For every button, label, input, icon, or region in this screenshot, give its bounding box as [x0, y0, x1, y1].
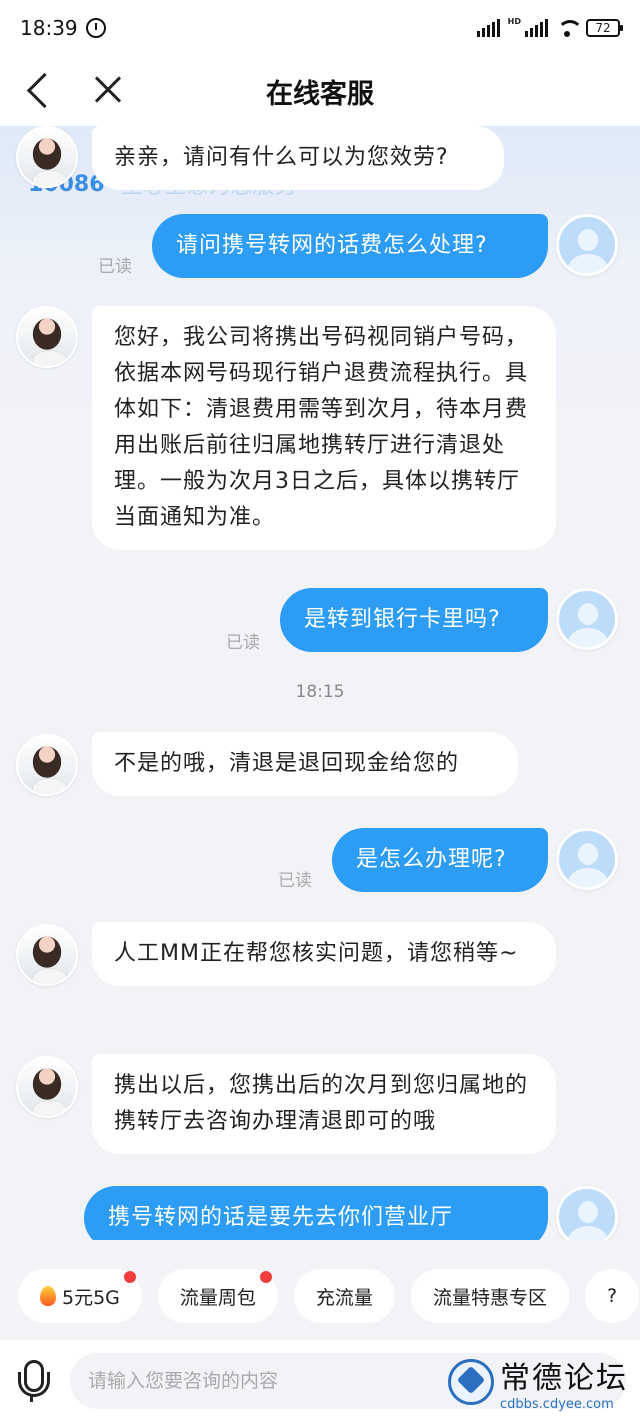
fire-icon [40, 1286, 56, 1306]
chip-label: 流量周包 [179, 1286, 256, 1309]
agent-message: 携出以后，您携出后的次月到您归属地的携转厅去咨询办理清退即可的哦 [92, 1054, 556, 1154]
status-indicators: HD 72 [476, 16, 623, 37]
hd-label: HD [507, 16, 521, 26]
chat-area[interactable]: 10086 全心全意为您服务 亲亲，请问有什么可以为您效劳? 已读 请问携号转网… [0, 126, 640, 1240]
wifi-icon [556, 20, 583, 37]
agent-avatar [16, 306, 78, 368]
signal-icon [476, 19, 500, 37]
chat-timestamp: 18:15 [295, 682, 345, 702]
watermark-title: 常德论坛 [500, 1360, 628, 1396]
agent-avatar [16, 1056, 78, 1118]
user-avatar [556, 1186, 618, 1240]
close-button[interactable] [88, 70, 128, 110]
read-status: 已读 [226, 633, 260, 653]
microphone-icon[interactable] [14, 1358, 50, 1404]
badge-dot [123, 1271, 136, 1283]
chip-5yuan-5g[interactable]: 5元5G [18, 1269, 142, 1323]
back-button[interactable] [20, 70, 60, 110]
forum-watermark: 常德论坛 cdbbs.cdyee.com [448, 1346, 630, 1418]
watermark-text: 常德论坛 cdbbs.cdyee.com [500, 1353, 628, 1412]
input-bar: 常德论坛 cdbbs.cdyee.com [0, 1340, 640, 1422]
user-message: 请问携号转网的话费怎么处理? [152, 214, 548, 278]
chip-weekly-data[interactable]: 流量周包 [157, 1269, 278, 1323]
quick-reply-chips: 5元5G 流量周包 充流量 流量特惠专区 ? [0, 1254, 640, 1338]
user-avatar [556, 828, 618, 890]
chip-data-deals[interactable]: 流量特惠专区 [410, 1269, 569, 1323]
badge-dot [259, 1271, 272, 1283]
agent-avatar [16, 924, 78, 986]
chip-recharge-data[interactable]: 充流量 [293, 1269, 395, 1323]
forum-logo-icon [448, 1359, 494, 1405]
status-bar: 18:39 HD 72 [0, 0, 640, 56]
agent-message: 亲亲，请问有什么可以为您效劳? [92, 126, 504, 190]
read-status: 已读 [278, 871, 312, 891]
user-avatar [556, 214, 618, 276]
chip-label: 充流量 [315, 1286, 373, 1309]
agent-avatar [16, 734, 78, 796]
mic-stem [30, 1394, 33, 1402]
signal-icon-2 [525, 19, 548, 37]
agent-avatar [16, 126, 78, 188]
chip-label: 流量特惠专区 [432, 1286, 547, 1309]
agent-message: 人工MM正在帮您核实问题，请您稍等~ [92, 922, 556, 986]
page-title: 在线客服 [266, 78, 374, 110]
app-header: 在线客服 [0, 56, 640, 126]
watermark-url: cdbbs.cdyee.com [500, 1396, 614, 1412]
user-message: 是转到银行卡里吗? [280, 588, 548, 652]
read-status: 已读 [98, 257, 132, 277]
battery-icon: 72 [586, 19, 623, 37]
chip-more[interactable]: ? [584, 1269, 640, 1323]
agent-message: 不是的哦，清退是退回现金给您的 [92, 732, 518, 796]
chip-label: 5元5G [62, 1286, 120, 1309]
user-message: 是怎么办理呢? [332, 828, 548, 892]
alarm-icon [85, 18, 106, 38]
user-avatar [556, 588, 618, 650]
status-time: 18:39 [20, 16, 78, 40]
chip-label: ? [606, 1285, 618, 1307]
agent-message: 您好，我公司将携出号码视同销户号码，依据本网号码现行销户退费流程执行。具体如下：… [92, 306, 556, 550]
user-message: 携号转网的话是要先去你们营业厅 [84, 1186, 548, 1240]
